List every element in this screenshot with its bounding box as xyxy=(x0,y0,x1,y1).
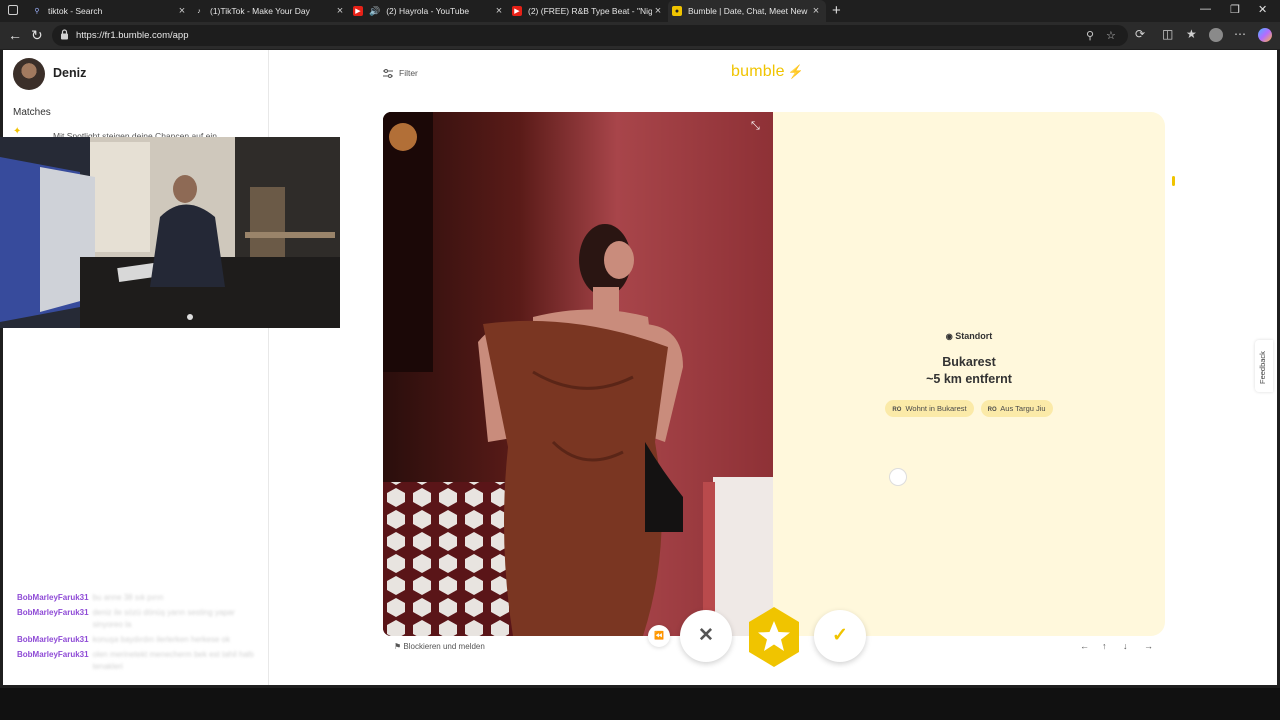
tab-bumble[interactable]: ● Bumble | Date, Chat, Meet New P × xyxy=(668,0,826,22)
bolt-icon: ⚡ xyxy=(784,64,804,79)
tiktok-icon: ♪ xyxy=(197,7,201,15)
close-tab-icon[interactable]: × xyxy=(652,5,664,17)
flag-icon: ⚑ xyxy=(394,642,402,651)
search-icon: ⚲ xyxy=(34,8,40,15)
kbd-hint-up: ↑ xyxy=(1102,641,1107,651)
extensions-icon[interactable]: ⟳ xyxy=(1135,27,1145,41)
kbd-hint-down: ↓ xyxy=(1123,641,1128,651)
tab-youtube-hayrola[interactable]: ▶ 🔊 (2) Hayrola - YouTube × xyxy=(353,0,505,22)
sidebar: Deniz Matches ✦ Mit Spotlight steigen de… xyxy=(0,50,340,685)
stream-chat: BobMarleyFaruk31 bu anne 38 sık pırın Bo… xyxy=(17,592,257,676)
sparkle-icon: ✦ xyxy=(13,126,22,137)
url-text: https://fr1.bumble.com/app xyxy=(76,30,189,41)
feedback-tab[interactable]: Feedback xyxy=(1255,340,1273,392)
close-icon: ✕ xyxy=(698,625,714,646)
location-pin-icon[interactable]: ⚲ xyxy=(1086,29,1094,42)
bumble-logo[interactable]: bumble ⚡ xyxy=(731,63,804,81)
tab-tiktok-search[interactable]: ⚲ tiktok - Search × xyxy=(32,0,188,22)
photo-progress-indicator xyxy=(1172,176,1175,186)
location-distance: ~5 km entfernt xyxy=(926,372,1012,386)
back-button[interactable]: ← xyxy=(8,27,22,43)
matches-heading: Matches xyxy=(13,107,51,118)
webcam-overlay xyxy=(0,137,340,328)
chat-message: BobMarleyFaruk31 olen merinetekt meneche… xyxy=(17,650,255,671)
sliders-icon xyxy=(383,68,393,78)
bumble-page: Deniz Matches ✦ Mit Spotlight steigen de… xyxy=(0,50,1277,685)
tab-youtube-beat[interactable]: ▶ (2) (FREE) R&B Type Beat - "Nigh × xyxy=(512,0,664,22)
profile-photo[interactable] xyxy=(383,112,773,636)
expand-icon[interactable]: ⤡ xyxy=(751,120,760,133)
superswipe-button[interactable] xyxy=(743,606,805,668)
tab-strip: ⚲ tiktok - Search × ♪ (1)TikTok - Make Y… xyxy=(0,0,1280,22)
profile-photo-image xyxy=(383,112,773,636)
address-bar[interactable]: https://fr1.bumble.com/app ⚲ ☆ xyxy=(52,25,1128,46)
chat-message: BobMarleyFaruk31 konuşa baydırdın ilerle… xyxy=(17,635,231,644)
close-window-button[interactable]: ✕ xyxy=(1258,3,1267,16)
close-tab-icon[interactable]: × xyxy=(810,5,822,17)
pill-lives-in: RO Wohnt in Bukarest xyxy=(885,400,974,417)
favorites-icon[interactable]: ★ xyxy=(1186,27,1197,41)
chat-message: BobMarleyFaruk31 deniz ile sözü dönüş ya… xyxy=(17,608,235,629)
user-avatar[interactable] xyxy=(13,58,45,90)
speaker-icon[interactable]: 🔊 xyxy=(369,6,380,17)
pass-button[interactable]: ✕ xyxy=(680,610,732,662)
tab-tiktok[interactable]: ♪ (1)TikTok - Make Your Day × xyxy=(194,0,346,22)
kbd-hint-right: → xyxy=(1144,641,1153,651)
close-tab-icon[interactable]: × xyxy=(493,5,505,17)
pill-from: RO Aus Targu Jiu xyxy=(980,400,1053,417)
lock-icon xyxy=(61,29,68,40)
reload-button[interactable]: ↻ xyxy=(31,27,43,44)
rewind-icon: ⏪ xyxy=(654,631,664,640)
profile-avatar[interactable] xyxy=(1209,28,1223,42)
filter-button[interactable]: Filter xyxy=(383,68,418,78)
new-tab-button[interactable]: + xyxy=(832,2,841,19)
webcam-image xyxy=(0,137,340,328)
bottom-bar xyxy=(0,688,1280,720)
more-menu-icon[interactable]: ⋯ xyxy=(1234,27,1246,41)
favorite-star-icon[interactable]: ☆ xyxy=(1106,29,1116,42)
location-pills: RO Wohnt in Bukarest RO Aus Targu Jiu xyxy=(773,400,1165,417)
profile-info-panel: ◉ Standort Bukarest ~5 km entfernt RO Wo… xyxy=(773,112,1165,636)
location-city: Bukarest xyxy=(942,355,996,369)
rewind-button[interactable]: ⏪ xyxy=(648,625,670,647)
like-button[interactable]: ✓ xyxy=(814,610,866,662)
block-report-link[interactable]: ⚑ Blockieren und melden xyxy=(394,642,485,651)
youtube-icon: ▶ xyxy=(353,6,363,16)
bumble-icon: ● xyxy=(672,6,682,16)
close-tab-icon[interactable]: × xyxy=(176,5,188,17)
split-screen-icon[interactable]: ◫ xyxy=(1162,27,1173,41)
maximize-button[interactable]: ❐ xyxy=(1230,3,1240,16)
user-name[interactable]: Deniz xyxy=(53,66,86,80)
window-menu-icon[interactable] xyxy=(8,5,18,15)
youtube-icon: ▶ xyxy=(512,6,522,16)
minimize-button[interactable]: — xyxy=(1200,3,1211,15)
location-label: ◉ Standort xyxy=(945,331,993,341)
copilot-icon[interactable] xyxy=(1258,28,1272,42)
star-icon xyxy=(749,607,799,667)
check-icon: ✓ xyxy=(832,625,848,646)
chat-message: BobMarleyFaruk31 bu anne 38 sık pırın xyxy=(17,593,164,602)
browser-toolbar: ← ↻ https://fr1.bumble.com/app ⚲ ☆ ⟳ ◫ ★… xyxy=(0,22,1280,49)
close-tab-icon[interactable]: × xyxy=(334,5,346,17)
location-icon: ◉ xyxy=(945,332,953,341)
scroll-indicator[interactable] xyxy=(889,468,907,486)
kbd-hint-left: ← xyxy=(1080,641,1089,651)
